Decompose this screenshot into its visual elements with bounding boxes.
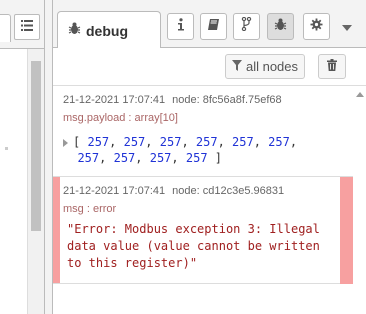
scroll-up-arrow-icon[interactable]	[356, 92, 364, 97]
book-icon	[207, 18, 220, 36]
message-node-link[interactable]: node: 8fc56a8f.75ef68	[172, 94, 281, 106]
array-value: 257	[123, 135, 146, 149]
error-stripe	[53, 177, 60, 283]
config-button[interactable]	[303, 13, 330, 40]
message-meta: 21-12-2021 17:07:41 node: cd12c3e5.96831	[63, 185, 284, 197]
bug-icon	[68, 22, 81, 40]
filter-icon	[231, 59, 246, 74]
message-topic: msg.payload : array[10]	[63, 112, 178, 124]
tab-debug[interactable]: debug	[57, 11, 161, 49]
filter-label: all nodes	[245, 59, 299, 74]
sidebar-resize-handle[interactable]	[44, 0, 53, 314]
debug-message[interactable]: 21-12-2021 17:07:41 node: 8fc56a8f.75ef68…	[53, 86, 353, 177]
error-stripe-right	[340, 177, 353, 284]
debug-toolbar: all nodes	[53, 48, 366, 86]
array-value: 257	[195, 135, 218, 149]
message-meta: 21-12-2021 17:07:41 node: 8fc56a8f.75ef68	[63, 94, 282, 106]
debug-message-list: 21-12-2021 17:07:41 node: 8fc56a8f.75ef68…	[53, 86, 353, 314]
debug-button[interactable]	[267, 13, 294, 40]
chevron-down-icon	[342, 18, 352, 36]
sidebar-tabbar: debug	[53, 0, 366, 49]
array-value: 257	[185, 151, 208, 165]
array-value: 257	[232, 135, 254, 149]
workspace-header	[0, 0, 44, 49]
clear-messages-button[interactable]	[318, 54, 346, 79]
info-icon	[177, 17, 185, 36]
canvas-scrollbar[interactable]	[27, 49, 44, 314]
help-button[interactable]	[200, 13, 227, 40]
gear-icon	[310, 18, 323, 36]
error-message-text: "Error: Modbus exception 3: Illegal data…	[67, 222, 320, 270]
array-value: 257	[268, 135, 290, 149]
message-topic: msg : error	[63, 203, 117, 215]
array-value: 257	[113, 151, 136, 165]
array-value: 257	[87, 135, 110, 149]
debug-message-error[interactable]: 21-12-2021 17:07:41 node: cd12c3e5.96831 …	[53, 177, 353, 284]
branch-icon	[241, 16, 252, 36]
array-open-bracket: [	[73, 135, 81, 149]
debug-sidebar: debug all nodes 21-12-2021 17:07:41 node…	[53, 0, 366, 314]
context-button[interactable]	[233, 13, 260, 40]
trash-icon	[327, 58, 337, 76]
array-value: 257	[149, 151, 172, 165]
message-list-scrollbar[interactable]	[353, 86, 366, 314]
array-value: 257	[159, 135, 182, 149]
message-timestamp: 21-12-2021 17:07:41	[63, 94, 166, 106]
flow-canvas[interactable]	[0, 49, 27, 314]
workspace-tab[interactable]	[0, 14, 11, 42]
info-button[interactable]	[167, 13, 194, 40]
list-flows-button[interactable]	[14, 14, 40, 40]
canvas-marker	[5, 147, 8, 150]
expand-caret-icon[interactable]	[63, 138, 68, 147]
tab-debug-label: debug	[86, 22, 128, 39]
array-close-bracket: ]	[214, 151, 223, 165]
message-timestamp: 21-12-2021 17:07:41	[63, 185, 166, 197]
message-payload[interactable]: [ 257, 257, 257, 257, 257, 257, 257, 257…	[63, 134, 297, 166]
canvas-scrollbar-thumb[interactable]	[31, 61, 41, 231]
message-node-link[interactable]: node: cd12c3e5.96831	[172, 185, 284, 197]
sidebar-menu-dropdown[interactable]	[340, 20, 354, 34]
array-value: 257	[77, 151, 100, 165]
workspace-panel	[0, 0, 44, 314]
bug-icon	[274, 18, 287, 36]
list-icon	[21, 18, 33, 36]
filter-all-nodes-button[interactable]: all nodes	[225, 54, 305, 79]
